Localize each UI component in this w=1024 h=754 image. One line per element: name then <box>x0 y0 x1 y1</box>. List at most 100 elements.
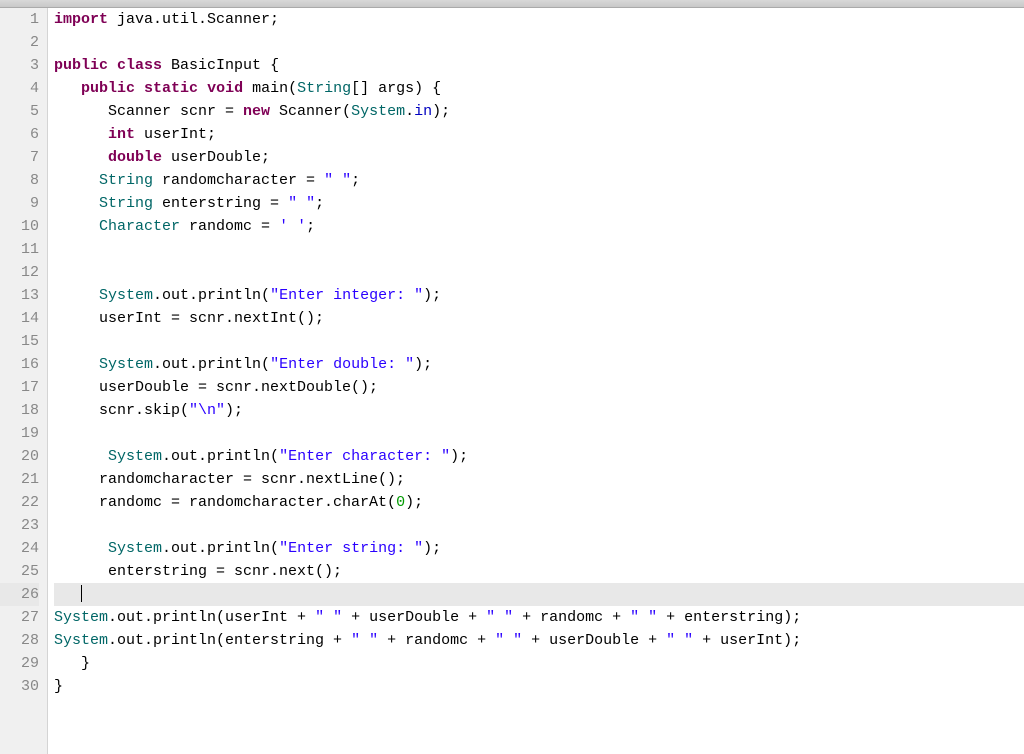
code-line[interactable]: randomc = randomcharacter.charAt(0); <box>54 491 1024 514</box>
code-line[interactable] <box>54 514 1024 537</box>
code-line[interactable]: enterstring = scnr.next(); <box>54 560 1024 583</box>
code-token-plain: randomcharacter = <box>153 172 324 189</box>
code-token-plain <box>54 126 108 143</box>
code-line[interactable]: String randomcharacter = " "; <box>54 169 1024 192</box>
code-line[interactable] <box>54 583 1024 606</box>
line-number: 12 <box>0 261 39 284</box>
code-line[interactable]: Scanner scnr = new Scanner(System.in); <box>54 100 1024 123</box>
code-token-plain: + userDouble + <box>522 632 666 649</box>
code-line[interactable]: randomcharacter = scnr.nextLine(); <box>54 468 1024 491</box>
code-token-plain: + randomc + <box>378 632 495 649</box>
code-token-plain: userInt = scnr.nextInt(); <box>54 310 324 327</box>
code-token-plain <box>54 149 108 166</box>
line-number: 27 <box>0 606 39 629</box>
code-token-plain: .out.println( <box>153 287 270 304</box>
code-token-plain: java.util.Scanner; <box>108 11 279 28</box>
code-token-plain: .out.println( <box>162 448 279 465</box>
line-number: 7 <box>0 146 39 169</box>
code-token-str: "\n" <box>189 402 225 419</box>
code-token-plain <box>54 356 99 373</box>
code-token-plain <box>54 540 108 557</box>
code-token-type: System <box>54 609 108 626</box>
code-token-type: String <box>297 80 351 97</box>
line-number: 30 <box>0 675 39 698</box>
code-line[interactable]: System.out.println("Enter integer: "); <box>54 284 1024 307</box>
line-number: 19 <box>0 422 39 445</box>
code-token-plain: Scanner scnr = <box>54 103 243 120</box>
code-line[interactable] <box>54 31 1024 54</box>
code-line[interactable]: public static void main(String[] args) { <box>54 77 1024 100</box>
code-token-type: Character <box>99 218 180 235</box>
code-token-str: "Enter string: " <box>279 540 423 557</box>
code-token-type: String <box>99 195 153 212</box>
code-token-plain: enterstring = scnr.next(); <box>54 563 342 580</box>
line-number: 8 <box>0 169 39 192</box>
code-token-str: " " <box>630 609 657 626</box>
line-number: 18 <box>0 399 39 422</box>
code-area[interactable]: import java.util.Scanner; public class Ba… <box>48 8 1024 754</box>
line-number: 1 <box>0 8 39 31</box>
code-token-str: " " <box>315 609 342 626</box>
code-token-plain <box>108 57 117 74</box>
line-number: 10 <box>0 215 39 238</box>
code-token-str: " " <box>288 195 315 212</box>
code-line[interactable]: double userDouble; <box>54 146 1024 169</box>
line-number: 25 <box>0 560 39 583</box>
code-token-plain: + enterstring); <box>657 609 801 626</box>
line-number: 3 <box>0 54 39 77</box>
code-line[interactable]: import java.util.Scanner; <box>54 8 1024 31</box>
code-line[interactable]: System.out.println("Enter double: "); <box>54 353 1024 376</box>
line-number: 9 <box>0 192 39 215</box>
code-token-plain: BasicInput { <box>162 57 279 74</box>
text-cursor <box>81 585 82 602</box>
code-token-plain: ; <box>306 218 315 235</box>
code-token-kw: new <box>243 103 270 120</box>
code-token-str: " " <box>351 632 378 649</box>
code-token-fld: in <box>414 103 432 120</box>
line-number: 2 <box>0 31 39 54</box>
code-line[interactable]: System.out.println(userInt + " " + userD… <box>54 606 1024 629</box>
code-token-kw: static <box>144 80 198 97</box>
code-token-plain: enterstring = <box>153 195 288 212</box>
code-token-plain: + randomc + <box>513 609 630 626</box>
code-line[interactable]: System.out.println("Enter character: "); <box>54 445 1024 468</box>
line-number: 23 <box>0 514 39 537</box>
code-line[interactable] <box>54 422 1024 445</box>
code-token-plain: ); <box>405 494 423 511</box>
line-number: 15 <box>0 330 39 353</box>
line-number: 26 <box>0 583 39 606</box>
code-token-plain <box>54 448 108 465</box>
code-token-plain: ); <box>423 540 441 557</box>
code-token-plain <box>54 287 99 304</box>
code-token-str: "Enter integer: " <box>270 287 423 304</box>
code-editor[interactable]: 1234567891011121314151617181920212223242… <box>0 8 1024 754</box>
code-token-plain: ); <box>414 356 432 373</box>
code-token-plain: randomc = randomcharacter.charAt( <box>54 494 396 511</box>
code-token-plain: randomcharacter = scnr.nextLine(); <box>54 471 405 488</box>
code-token-plain <box>54 195 99 212</box>
code-token-plain: .out.println(userInt + <box>108 609 315 626</box>
code-line[interactable]: String enterstring = " "; <box>54 192 1024 215</box>
code-line[interactable]: int userInt; <box>54 123 1024 146</box>
code-token-plain: ); <box>432 103 450 120</box>
code-token-plain: + userInt); <box>693 632 801 649</box>
code-line[interactable]: userDouble = scnr.nextDouble(); <box>54 376 1024 399</box>
code-line[interactable] <box>54 238 1024 261</box>
code-line[interactable]: } <box>54 675 1024 698</box>
code-line[interactable]: } <box>54 652 1024 675</box>
code-line[interactable]: scnr.skip("\n"); <box>54 399 1024 422</box>
code-token-plain: ); <box>225 402 243 419</box>
code-line[interactable]: System.out.println("Enter string: "); <box>54 537 1024 560</box>
code-line[interactable]: userInt = scnr.nextInt(); <box>54 307 1024 330</box>
code-line[interactable] <box>54 261 1024 284</box>
code-line[interactable]: Character randomc = ' '; <box>54 215 1024 238</box>
code-token-str: "Enter character: " <box>279 448 450 465</box>
code-token-str: " " <box>486 609 513 626</box>
code-line[interactable]: System.out.println(enterstring + " " + r… <box>54 629 1024 652</box>
code-line[interactable] <box>54 330 1024 353</box>
code-token-plain <box>198 80 207 97</box>
code-token-plain: Scanner( <box>270 103 351 120</box>
code-token-plain <box>54 586 81 603</box>
code-token-plain: randomc = <box>180 218 279 235</box>
code-line[interactable]: public class BasicInput { <box>54 54 1024 77</box>
